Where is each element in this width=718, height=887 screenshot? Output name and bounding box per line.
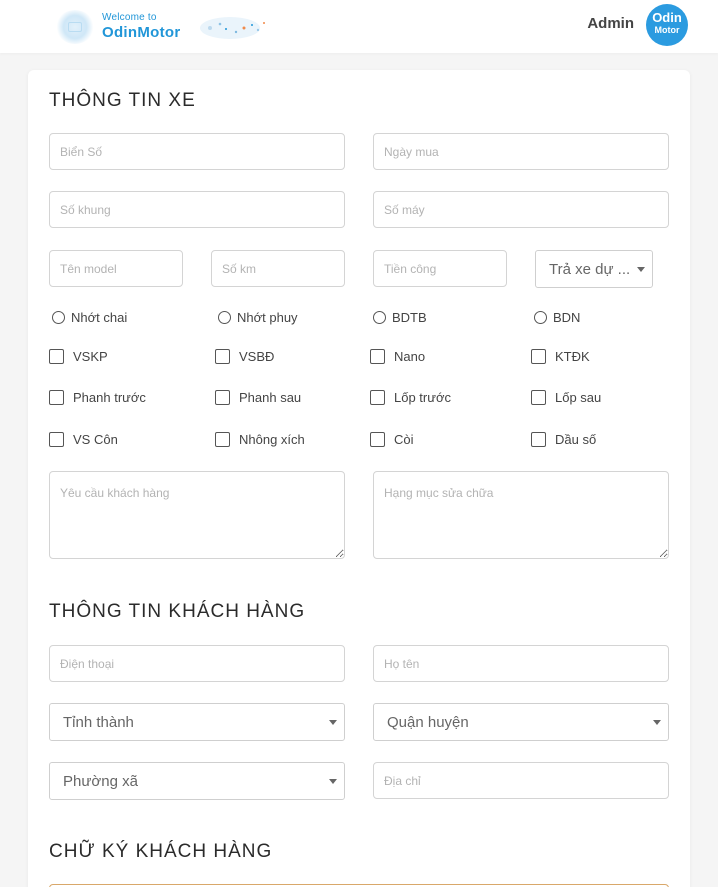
check-nano[interactable]: Nano xyxy=(370,347,425,365)
checkbox-icon[interactable] xyxy=(531,431,546,447)
radio-bdn[interactable]: BDN xyxy=(534,308,580,326)
check-vs-con[interactable]: VS Côn xyxy=(49,430,118,448)
checkbox-label: Lốp trước xyxy=(394,389,451,405)
avatar-line2: Motor xyxy=(654,25,680,35)
brand-logo[interactable]: Welcome to OdinMotor xyxy=(52,6,272,48)
customer-section-title: THÔNG TIN KHÁCH HÀNG xyxy=(49,601,306,622)
radio-icon[interactable] xyxy=(373,310,386,324)
checkbox-icon[interactable] xyxy=(49,389,64,405)
ward-select[interactable]: Phường xã xyxy=(49,762,345,800)
radio-icon[interactable] xyxy=(534,310,547,324)
check-chain[interactable]: Nhông xích xyxy=(215,430,305,448)
chevron-down-icon xyxy=(653,720,661,725)
checkbox-icon[interactable] xyxy=(215,389,230,405)
radio-oil-drum[interactable]: Nhớt phuy xyxy=(218,308,298,326)
radio-oil-bottle[interactable]: Nhớt chai xyxy=(52,308,127,326)
checkbox-label: Nhông xích xyxy=(239,431,305,447)
district-select-value: Quận huyện xyxy=(387,713,469,731)
logo-welcome-text: Welcome to xyxy=(102,12,157,23)
checkbox-icon[interactable] xyxy=(215,348,230,364)
phone-input[interactable] xyxy=(49,645,345,682)
avatar-line1: Odin xyxy=(652,10,682,25)
check-front-brake[interactable]: Phanh trước xyxy=(49,388,146,406)
checkbox-label: Phanh sau xyxy=(239,389,302,405)
checkbox-label: VS Côn xyxy=(73,431,118,447)
check-ktdk[interactable]: KTĐK xyxy=(531,347,590,365)
checkbox-icon[interactable] xyxy=(370,348,385,364)
checkbox-icon[interactable] xyxy=(531,348,546,364)
check-front-tire[interactable]: Lốp trước xyxy=(370,388,451,406)
labor-cost-input[interactable] xyxy=(373,250,507,287)
checkbox-label: Còi xyxy=(394,431,414,447)
checkbox-label: VSKP xyxy=(73,348,108,364)
checkbox-label: Lốp sau xyxy=(555,389,602,405)
vehicle-section-title: THÔNG TIN XE xyxy=(49,90,196,111)
chevron-down-icon xyxy=(329,779,337,784)
full-name-input[interactable] xyxy=(373,645,669,682)
return-date-select[interactable]: Trả xe dự ... xyxy=(535,250,653,288)
radio-icon[interactable] xyxy=(52,310,65,324)
district-select[interactable]: Quận huyện xyxy=(373,703,669,741)
radio-icon[interactable] xyxy=(218,310,231,324)
checkbox-icon[interactable] xyxy=(49,431,64,447)
check-vsbd[interactable]: VSBĐ xyxy=(215,347,274,365)
check-rear-tire[interactable]: Lốp sau xyxy=(531,388,601,406)
province-select-value: Tỉnh thành xyxy=(63,713,134,731)
checkbox-label: Dầu số xyxy=(555,431,597,447)
radio-label: BDTB xyxy=(392,309,427,325)
model-input[interactable] xyxy=(49,250,183,287)
top-header: Welcome to OdinMotor Admin Odin Motor xyxy=(0,0,718,53)
checkbox-label: Nano xyxy=(394,348,426,364)
chevron-down-icon xyxy=(329,720,337,725)
signature-section-title: CHỮ KÝ KHÁCH HÀNG xyxy=(49,841,273,862)
avatar[interactable]: Odin Motor xyxy=(646,4,688,46)
address-input[interactable] xyxy=(373,762,669,799)
radio-label: Nhớt chai xyxy=(71,309,128,325)
check-horn[interactable]: Còi xyxy=(370,430,414,448)
return-date-select-value: Trả xe dự ... xyxy=(549,260,631,278)
logo-badge-icon xyxy=(56,10,94,44)
ward-select-value: Phường xã xyxy=(63,772,138,790)
repair-items-textarea[interactable] xyxy=(373,471,669,559)
radio-label: BDN xyxy=(553,309,581,325)
km-input[interactable] xyxy=(211,250,345,287)
user-name[interactable]: Admin xyxy=(587,15,634,32)
engine-number-input[interactable] xyxy=(373,191,669,228)
frame-number-input[interactable] xyxy=(49,191,345,228)
checkbox-icon[interactable] xyxy=(215,431,230,447)
checkbox-icon[interactable] xyxy=(531,389,546,405)
checkbox-label: KTĐK xyxy=(555,348,590,364)
checkbox-icon[interactable] xyxy=(370,389,385,405)
chevron-down-icon xyxy=(637,267,645,272)
check-vskp[interactable]: VSKP xyxy=(49,347,108,365)
check-rear-brake[interactable]: Phanh sau xyxy=(215,388,301,406)
province-select[interactable]: Tỉnh thành xyxy=(49,703,345,741)
check-gear-oil[interactable]: Dầu số xyxy=(531,430,596,448)
checkbox-icon[interactable] xyxy=(49,348,64,364)
checkbox-icon[interactable] xyxy=(370,431,385,447)
checkbox-label: Phanh trước xyxy=(73,389,146,405)
radio-bdtb[interactable]: BDTB xyxy=(373,308,427,326)
logo-decoration-icon xyxy=(200,17,265,39)
radio-label: Nhớt phuy xyxy=(237,309,298,325)
plate-input[interactable] xyxy=(49,133,345,170)
customer-request-textarea[interactable] xyxy=(49,471,345,559)
checkbox-label: VSBĐ xyxy=(239,348,275,364)
buy-date-input[interactable] xyxy=(373,133,669,170)
logo-brand-name: OdinMotor xyxy=(102,24,181,41)
